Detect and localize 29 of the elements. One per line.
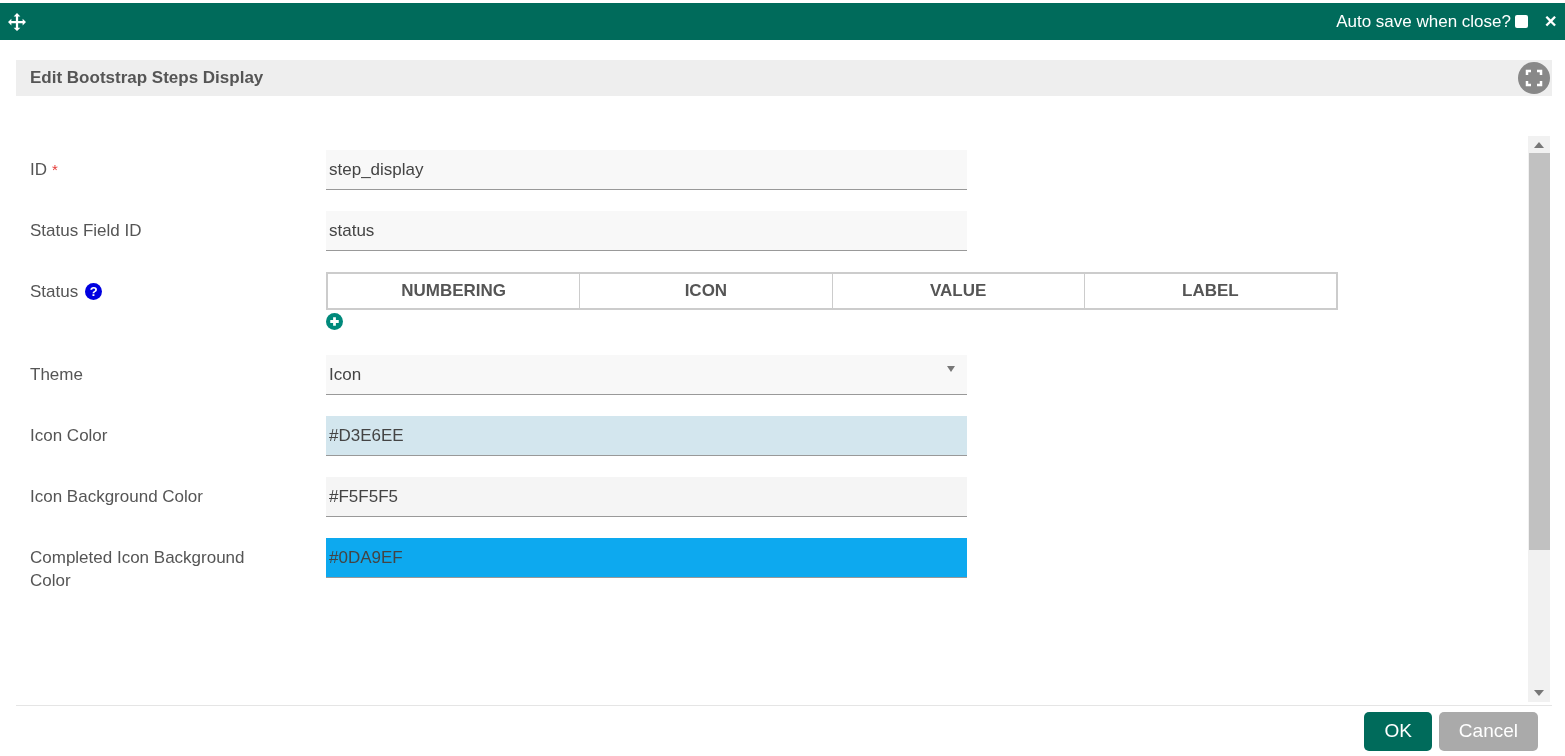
fullscreen-icon[interactable] (1518, 62, 1550, 94)
color-field[interactable]: #F5F5F5 (326, 477, 967, 517)
dialog-title: Edit Bootstrap Steps Display (30, 68, 264, 88)
color-field[interactable]: #0DA9EF (326, 538, 967, 578)
color-field[interactable]: #D3E6EE (326, 416, 967, 456)
theme-dropdown[interactable]: Icon (326, 355, 967, 395)
text-field[interactable]: status (326, 211, 967, 251)
column-header: ICON (579, 274, 832, 308)
scrollbar[interactable] (1528, 136, 1550, 702)
field-label: Status Field ID (30, 220, 142, 242)
text-field[interactable]: step_display (326, 150, 967, 190)
field-label: Completed Icon Background Color (30, 547, 246, 592)
field-label: Theme (30, 364, 83, 386)
add-icon[interactable] (326, 313, 343, 330)
close-button[interactable]: ✕ (1544, 12, 1557, 31)
column-header: NUMBERING (400, 280, 508, 302)
field-label: Icon Color (30, 425, 108, 447)
auto-save-checkbox[interactable] (1515, 15, 1528, 28)
help-icon[interactable]: ? (85, 283, 103, 300)
auto-save-label: Auto save when close? (1336, 11, 1511, 32)
required-mark: * (52, 160, 58, 180)
field-label: ID (30, 159, 47, 181)
field-label: Status (30, 281, 79, 303)
ok-button[interactable]: OK (1364, 711, 1432, 751)
column-header: LABEL (1083, 274, 1336, 308)
column-header: VALUE (831, 274, 1084, 308)
move-icon[interactable] (8, 12, 26, 31)
caret-icon (947, 365, 955, 372)
field-label: Icon Background Color (30, 486, 203, 508)
